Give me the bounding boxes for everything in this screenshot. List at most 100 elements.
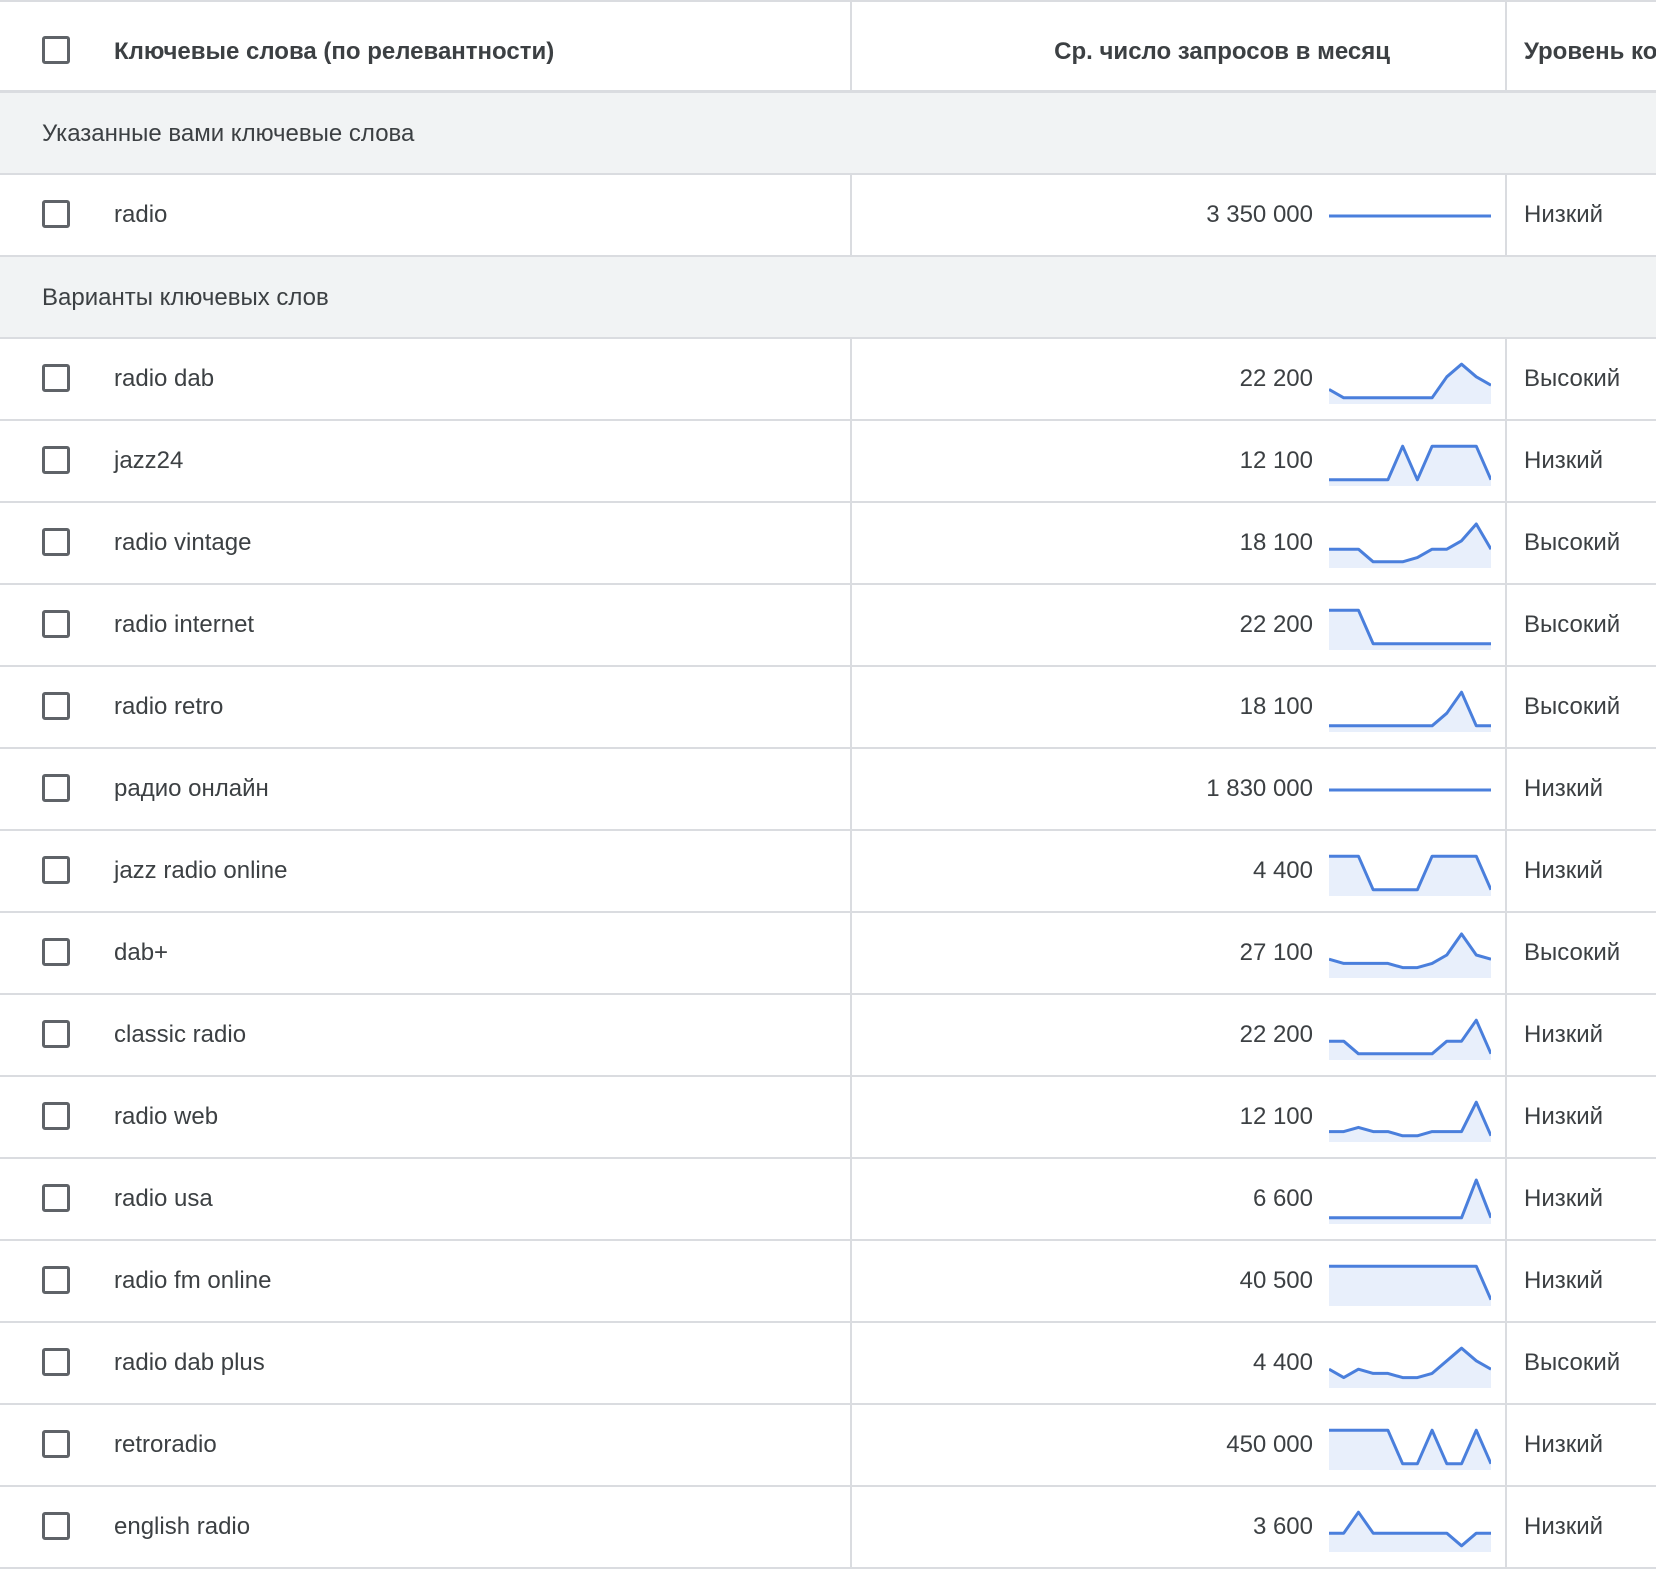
sparkline-area bbox=[1329, 524, 1491, 568]
table-row[interactable]: radio internet 22 200 Высокий bbox=[0, 585, 1656, 667]
row-checkbox[interactable] bbox=[42, 1430, 70, 1458]
keyword-table: Ключевые слова (по релевантности) Ср. чи… bbox=[0, 0, 1656, 1569]
table-row[interactable]: радио онлайн 1 830 000 Низкий bbox=[0, 749, 1656, 831]
competition-value: Низкий bbox=[1524, 1431, 1604, 1458]
table-row[interactable]: radio retro 18 100 Высокий bbox=[0, 667, 1656, 749]
table-row[interactable]: radio dab 22 200 Высокий bbox=[0, 339, 1656, 421]
row-checkbox[interactable] bbox=[42, 1512, 70, 1540]
monthly-searches-value: 4 400 bbox=[1252, 1349, 1313, 1376]
column-divider bbox=[850, 1487, 852, 1567]
keyword-text: radio usa bbox=[114, 1185, 213, 1212]
group-label: Варианты ключевых слов bbox=[42, 284, 329, 311]
competition-column-header[interactable]: Уровень конкуренции bbox=[1524, 38, 1656, 66]
trend-sparkline bbox=[1329, 1018, 1491, 1060]
row-checkbox[interactable] bbox=[42, 1020, 70, 1048]
keyword-text: radio fm online bbox=[114, 1267, 272, 1294]
trend-sparkline bbox=[1329, 1428, 1491, 1470]
row-checkbox[interactable] bbox=[42, 200, 70, 228]
row-checkbox[interactable] bbox=[42, 1102, 70, 1130]
trend-sparkline bbox=[1329, 788, 1491, 792]
table-row[interactable]: radio 3 350 000 Низкий bbox=[0, 175, 1656, 257]
competition-value: Низкий bbox=[1524, 857, 1604, 884]
competition-value: Низкий bbox=[1524, 1021, 1604, 1048]
monthly-searches-value: 22 200 bbox=[1239, 611, 1313, 638]
volume-column-header[interactable]: Ср. число запросов в месяц bbox=[1054, 38, 1390, 66]
select-all-checkbox[interactable] bbox=[42, 36, 70, 64]
competition-value: Низкий bbox=[1524, 1103, 1604, 1130]
row-checkbox[interactable] bbox=[42, 528, 70, 556]
trend-sparkline bbox=[1329, 444, 1491, 486]
row-checkbox[interactable] bbox=[42, 692, 70, 720]
column-divider bbox=[850, 1077, 852, 1157]
row-checkbox[interactable] bbox=[42, 774, 70, 802]
monthly-searches-value: 12 100 bbox=[1239, 447, 1313, 474]
keyword-text: radio dab plus bbox=[114, 1349, 265, 1376]
table-row[interactable]: radio web 12 100 Низкий bbox=[0, 1077, 1656, 1159]
competition-value: Низкий bbox=[1524, 1267, 1604, 1294]
monthly-searches-value: 27 100 bbox=[1239, 939, 1313, 966]
table-row[interactable]: dab+ 27 100 Высокий bbox=[0, 913, 1656, 995]
column-divider bbox=[1505, 585, 1507, 665]
column-divider bbox=[850, 339, 852, 419]
competition-value: Высокий bbox=[1524, 939, 1621, 966]
competition-value: Высокий bbox=[1524, 693, 1621, 720]
competition-value: Высокий bbox=[1524, 529, 1621, 556]
monthly-searches-value: 3 350 000 bbox=[1206, 201, 1313, 228]
table-row[interactable]: jazz24 12 100 Низкий bbox=[0, 421, 1656, 503]
trend-sparkline bbox=[1329, 690, 1491, 732]
column-divider bbox=[1505, 831, 1507, 911]
table-row[interactable]: classic radio 22 200 Низкий bbox=[0, 995, 1656, 1077]
sparkline-area bbox=[1329, 1266, 1491, 1306]
group-header-row: Указанные вами ключевые слова bbox=[0, 93, 1656, 175]
table-row[interactable]: jazz radio online 4 400 Низкий bbox=[0, 831, 1656, 913]
row-checkbox[interactable] bbox=[42, 364, 70, 392]
keyword-text: radio bbox=[114, 201, 168, 228]
column-divider bbox=[850, 1159, 852, 1239]
table-row[interactable]: radio usa 6 600 Низкий bbox=[0, 1159, 1656, 1241]
column-divider bbox=[1505, 421, 1507, 501]
keyword-text: dab+ bbox=[114, 939, 169, 966]
keyword-text: english radio bbox=[114, 1513, 251, 1540]
table-body: Указанные вами ключевые слова radio 3 350 … bbox=[0, 93, 1656, 1569]
monthly-searches-value: 12 100 bbox=[1239, 1103, 1313, 1130]
competition-value: Низкий bbox=[1524, 1185, 1604, 1212]
column-divider bbox=[1505, 995, 1507, 1075]
trend-sparkline bbox=[1329, 1100, 1491, 1142]
competition-value: Низкий bbox=[1524, 1513, 1604, 1540]
table-row[interactable]: radio dab plus 4 400 Высокий bbox=[0, 1323, 1656, 1405]
trend-sparkline bbox=[1329, 1346, 1491, 1388]
keyword-text: jazz radio online bbox=[114, 857, 288, 884]
keyword-text: radio web bbox=[114, 1103, 219, 1130]
row-checkbox[interactable] bbox=[42, 938, 70, 966]
column-divider bbox=[1505, 1241, 1507, 1321]
monthly-searches-value: 3 600 bbox=[1252, 1513, 1313, 1540]
trend-sparkline bbox=[1329, 1264, 1491, 1306]
trend-sparkline bbox=[1329, 362, 1491, 404]
monthly-searches-value: 18 100 bbox=[1239, 693, 1313, 720]
column-divider bbox=[1505, 913, 1507, 993]
column-divider bbox=[1505, 1077, 1507, 1157]
keywords-column-header[interactable]: Ключевые слова (по релевантности) bbox=[114, 38, 554, 66]
monthly-searches-value: 40 500 bbox=[1239, 1267, 1313, 1294]
keyword-text: радио онлайн bbox=[114, 775, 269, 802]
table-row[interactable]: english radio 3 600 Низкий bbox=[0, 1487, 1656, 1569]
column-divider bbox=[850, 1405, 852, 1485]
row-checkbox[interactable] bbox=[42, 1184, 70, 1212]
row-checkbox[interactable] bbox=[42, 1266, 70, 1294]
keyword-text: jazz24 bbox=[114, 447, 184, 474]
table-row[interactable]: radio vintage 18 100 Высокий bbox=[0, 503, 1656, 585]
column-divider bbox=[850, 2, 852, 90]
row-checkbox[interactable] bbox=[42, 610, 70, 638]
column-divider bbox=[850, 585, 852, 665]
column-divider bbox=[850, 749, 852, 829]
column-divider bbox=[850, 913, 852, 993]
group-header-row: Варианты ключевых слов bbox=[0, 257, 1656, 339]
row-checkbox[interactable] bbox=[42, 856, 70, 884]
table-row[interactable]: retroradio 450 000 Низкий bbox=[0, 1405, 1656, 1487]
row-checkbox[interactable] bbox=[42, 446, 70, 474]
row-checkbox[interactable] bbox=[42, 1348, 70, 1376]
column-divider bbox=[1505, 1487, 1507, 1567]
competition-value: Низкий bbox=[1524, 201, 1604, 228]
table-row[interactable]: radio fm online 40 500 Низкий bbox=[0, 1241, 1656, 1323]
keyword-text: radio internet bbox=[114, 611, 255, 638]
